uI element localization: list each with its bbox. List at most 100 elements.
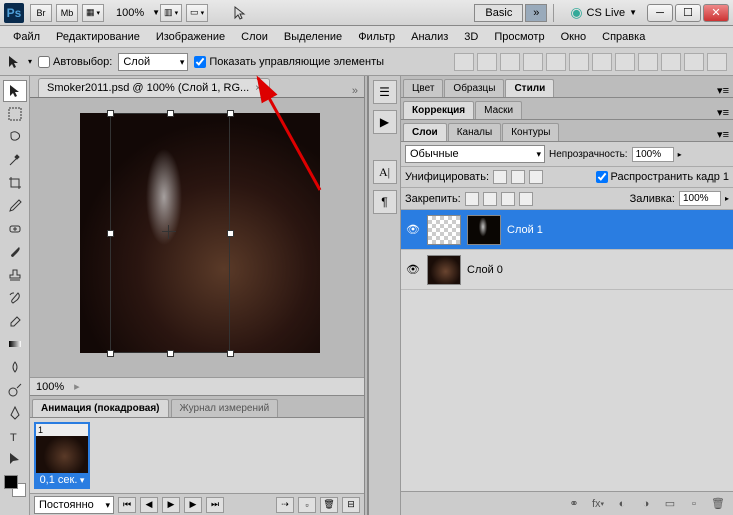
layer-mask-icon[interactable]: ◐ — [613, 496, 631, 512]
transform-center-icon[interactable] — [162, 225, 176, 239]
layer-row[interactable]: 👁 Слой 1 — [401, 210, 733, 250]
blur-tool[interactable] — [3, 356, 27, 378]
wand-tool[interactable] — [3, 149, 27, 171]
menu-edit[interactable]: Редактирование — [49, 29, 147, 45]
arrange-docs-button[interactable]: ▥ — [160, 4, 182, 22]
new-frame-button[interactable]: ▫ — [298, 497, 316, 513]
unify-position-icon[interactable] — [493, 170, 507, 184]
align-icon[interactable] — [546, 53, 566, 71]
menu-select[interactable]: Выделение — [277, 29, 349, 45]
pen-tool[interactable] — [3, 402, 27, 424]
animation-frame[interactable]: 1 0,1 сек. ▾ — [34, 422, 90, 489]
align-icon[interactable] — [500, 53, 520, 71]
layer-style-icon[interactable]: fx▾ — [589, 496, 607, 512]
brush-tool[interactable] — [3, 241, 27, 263]
history-dock-icon[interactable]: ☰ — [373, 80, 397, 104]
canvas[interactable] — [30, 98, 364, 377]
dodge-tool[interactable] — [3, 379, 27, 401]
delete-frame-button[interactable]: 🗑 — [320, 497, 338, 513]
marquee-tool[interactable] — [3, 103, 27, 125]
tab-swatches[interactable]: Образцы — [444, 79, 504, 97]
gradient-tool[interactable] — [3, 333, 27, 355]
zoom-level[interactable]: 100% — [116, 7, 144, 19]
prev-frame-button[interactable]: ◀ — [140, 497, 158, 513]
tab-overflow-icon[interactable]: » — [352, 85, 358, 97]
transform-handle[interactable] — [227, 110, 234, 117]
menu-3d[interactable]: 3D — [457, 29, 485, 45]
transform-handle[interactable] — [107, 110, 114, 117]
eyedropper-tool[interactable] — [3, 195, 27, 217]
maximize-button[interactable]: ☐ — [675, 4, 701, 22]
menu-filter[interactable]: Фильтр — [351, 29, 402, 45]
paragraph-dock-icon[interactable]: ¶ — [373, 190, 397, 214]
path-select-tool[interactable] — [3, 448, 27, 470]
close-tab-icon[interactable]: × — [255, 83, 261, 94]
layer-row[interactable]: 👁 Слой 0 — [401, 250, 733, 290]
close-button[interactable]: ✕ — [703, 4, 729, 22]
play-button[interactable]: ▶ — [162, 497, 180, 513]
tab-measurements[interactable]: Журнал измерений — [171, 399, 279, 417]
menu-analysis[interactable]: Анализ — [404, 29, 455, 45]
minimize-button[interactable]: ─ — [647, 4, 673, 22]
cs-live-button[interactable]: ◉ CS Live▼ — [570, 4, 637, 21]
mini-bridge-button[interactable]: Mb — [56, 4, 78, 22]
panel-menu-icon[interactable]: ▾≡ — [717, 84, 729, 97]
stamp-tool[interactable] — [3, 264, 27, 286]
character-dock-icon[interactable]: A| — [373, 160, 397, 184]
layer-thumbnail[interactable] — [467, 215, 501, 245]
crop-tool[interactable] — [3, 172, 27, 194]
menu-layers[interactable]: Слои — [234, 29, 275, 45]
move-tool[interactable] — [3, 80, 27, 102]
tab-animation[interactable]: Анимация (покадровая) — [32, 399, 169, 417]
status-zoom[interactable]: 100% — [36, 381, 64, 393]
tab-color[interactable]: Цвет — [403, 79, 443, 97]
distribute-icon[interactable] — [592, 53, 612, 71]
align-icon[interactable] — [523, 53, 543, 71]
workspace-switcher-button[interactable]: » — [525, 4, 547, 22]
view-extras-button[interactable]: ▦ — [82, 4, 104, 22]
document-tab[interactable]: Smoker2011.psd @ 100% (Слой 1, RG... × — [38, 78, 270, 97]
color-swatches[interactable] — [4, 475, 26, 497]
fill-value[interactable]: 100% — [679, 191, 721, 206]
last-frame-button[interactable]: ⏭ — [206, 497, 224, 513]
tab-layers[interactable]: Слои — [403, 123, 447, 141]
blend-mode-select[interactable]: Обычные — [405, 145, 545, 163]
unify-visibility-icon[interactable] — [511, 170, 525, 184]
first-frame-button[interactable]: ⏮ — [118, 497, 136, 513]
layer-thumbnail[interactable] — [427, 255, 461, 285]
menu-file[interactable]: Файл — [6, 29, 47, 45]
transform-handle[interactable] — [167, 110, 174, 117]
status-arrow-icon[interactable]: ▸ — [74, 380, 80, 393]
show-controls-checkbox[interactable]: Показать управляющие элементы — [194, 56, 384, 68]
workspace-basic-button[interactable]: Basic — [474, 4, 523, 22]
delete-layer-icon[interactable]: 🗑 — [709, 496, 727, 512]
new-layer-icon[interactable]: ▫ — [685, 496, 703, 512]
align-icon[interactable] — [569, 53, 589, 71]
tween-button[interactable]: ⇢ — [276, 497, 294, 513]
distribute-icon[interactable] — [707, 53, 727, 71]
menu-window[interactable]: Окно — [554, 29, 594, 45]
transform-handle[interactable] — [227, 350, 234, 357]
timeline-mode-button[interactable]: ⊟ — [342, 497, 360, 513]
panel-menu-icon[interactable]: ▾≡ — [717, 106, 729, 119]
align-icon[interactable] — [454, 53, 474, 71]
layer-thumbnail[interactable] — [427, 215, 461, 245]
unify-style-icon[interactable] — [529, 170, 543, 184]
transform-handle[interactable] — [227, 230, 234, 237]
screen-mode2-button[interactable]: ▭ — [186, 4, 208, 22]
lock-transparency-icon[interactable] — [465, 192, 479, 206]
adjustment-layer-icon[interactable]: ◑ — [637, 496, 655, 512]
layer-name[interactable]: Слой 1 — [507, 224, 543, 236]
transform-handle[interactable] — [107, 230, 114, 237]
tab-channels[interactable]: Каналы — [448, 123, 502, 141]
actions-dock-icon[interactable]: ▶ — [373, 110, 397, 134]
tab-masks[interactable]: Маски — [475, 101, 522, 119]
lock-all-icon[interactable] — [519, 192, 533, 206]
layer-name[interactable]: Слой 0 — [467, 264, 503, 276]
menu-image[interactable]: Изображение — [149, 29, 232, 45]
auto-select-target[interactable]: Слой — [118, 53, 188, 71]
align-icon[interactable] — [477, 53, 497, 71]
transform-handle[interactable] — [107, 350, 114, 357]
next-frame-button[interactable]: ▶ — [184, 497, 202, 513]
link-layers-icon[interactable]: ⚭ — [565, 496, 583, 512]
